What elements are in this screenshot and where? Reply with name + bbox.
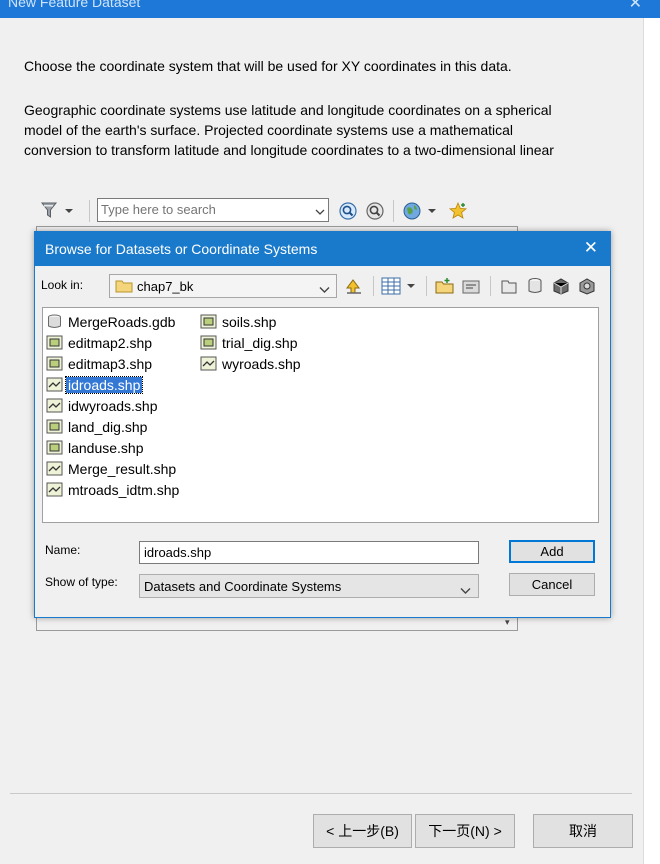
look-in-value: chap7_bk [137, 279, 194, 294]
search-icon[interactable] [337, 200, 359, 222]
file-label: idroads.shp [64, 375, 144, 394]
file-label: trial_dig.shp [222, 334, 298, 351]
back-button[interactable]: < 上一步(B) [313, 814, 412, 848]
file-label: idwyroads.shp [68, 397, 158, 414]
polygon-shapefile-icon [46, 419, 63, 434]
polygon-shapefile-icon [46, 335, 63, 350]
cancel-button[interactable]: Cancel [509, 573, 595, 596]
list-item-selected[interactable]: idroads.shp [46, 375, 144, 394]
close-icon[interactable]: ✕ [584, 238, 598, 258]
file-label: mtroads_idtm.shp [68, 481, 180, 498]
polygon-shapefile-icon [200, 314, 217, 329]
favorites-icon[interactable] [447, 200, 469, 222]
connect-folder-icon[interactable] [434, 275, 456, 297]
polygon-shapefile-icon [46, 356, 63, 371]
file-list[interactable]: MergeRoads.gdb editmap2.shp editmap3.shp… [42, 307, 599, 523]
folder-icon [115, 279, 133, 298]
list-item[interactable]: wyroads.shp [200, 354, 303, 373]
file-label: soils.shp [222, 313, 277, 330]
intro-line: Choose the coordinate system that will b… [24, 58, 512, 74]
search-options-icon[interactable] [364, 200, 386, 222]
toolbar-separator [393, 200, 394, 222]
right-edge [643, 18, 660, 864]
coordinate-search-box[interactable] [97, 198, 329, 222]
line-shapefile-icon [46, 482, 63, 497]
line-shapefile-icon [46, 398, 63, 413]
toolbar-separator [490, 276, 491, 296]
filter-dropdown-icon[interactable] [62, 200, 76, 222]
toolbar-separator [89, 200, 90, 222]
name-field-value: idroads.shp [144, 545, 212, 560]
list-item[interactable]: landuse.shp [46, 438, 146, 457]
list-item[interactable]: land_dig.shp [46, 417, 149, 436]
frame-corner-mark: ▾ [505, 617, 510, 627]
list-item[interactable]: idwyroads.shp [46, 396, 160, 415]
new-coordinate-system-icon[interactable] [576, 275, 598, 297]
geodatabase-icon [48, 314, 61, 328]
show-of-type-label: Show of type: [45, 575, 118, 589]
browse-dialog-title: Browse for Datasets or Coordinate System… [45, 241, 318, 257]
wizard-cancel-button[interactable]: 取消 [533, 814, 633, 848]
toolbar-separator [426, 276, 427, 296]
view-options-icon[interactable] [380, 275, 402, 297]
file-label: MergeRoads.gdb [68, 313, 176, 330]
list-item[interactable]: trial_dig.shp [200, 333, 300, 352]
browse-dialog: Browse for Datasets or Coordinate System… [34, 231, 611, 618]
look-in-label: Look in: [41, 278, 84, 292]
globe-icon[interactable] [401, 200, 423, 222]
search-input[interactable] [101, 202, 306, 217]
line-shapefile-icon [46, 377, 63, 392]
description-line-3: conversion to transform latitude and lon… [24, 142, 554, 158]
line-shapefile-icon [46, 461, 63, 476]
list-item[interactable]: mtroads_idtm.shp [46, 480, 181, 499]
name-field[interactable]: idroads.shp [139, 541, 479, 564]
view-dropdown-icon[interactable] [404, 275, 418, 297]
new-database-icon[interactable] [524, 275, 546, 297]
window-titlebar: New Feature Dataset ✕ [0, 0, 660, 18]
file-label: Merge_result.shp [68, 460, 177, 477]
next-button[interactable]: 下一页(N) > [415, 814, 515, 848]
file-label: landuse.shp [68, 439, 144, 456]
window-title: New Feature Dataset [8, 0, 141, 10]
polygon-shapefile-icon [200, 335, 217, 350]
up-one-level-icon[interactable] [343, 275, 365, 297]
file-label: wyroads.shp [222, 355, 301, 372]
polygon-shapefile-icon [46, 440, 63, 455]
look-in-dropdown[interactable]: chap7_bk [109, 274, 337, 298]
new-dataset-icon[interactable] [550, 275, 572, 297]
list-item[interactable]: Merge_result.shp [46, 459, 178, 478]
window-close-icon[interactable]: ✕ [629, 0, 642, 13]
description-line-2: model of the earth's surface. Projected … [24, 122, 514, 138]
list-item[interactable]: MergeRoads.gdb [46, 312, 177, 331]
chevron-down-icon [319, 281, 330, 299]
list-item[interactable]: editmap3.shp [46, 354, 154, 373]
show-of-type-dropdown[interactable]: Datasets and Coordinate Systems [139, 574, 479, 598]
description-line-1: Geographic coordinate systems use latitu… [24, 102, 552, 118]
list-item[interactable]: editmap2.shp [46, 333, 154, 352]
browse-dialog-titlebar: Browse for Datasets or Coordinate System… [35, 232, 610, 266]
filter-icon[interactable] [40, 199, 62, 221]
chevron-down-icon [460, 582, 471, 600]
line-shapefile-icon [200, 356, 217, 371]
name-label: Name: [45, 543, 81, 557]
disconnect-folder-icon[interactable] [460, 275, 482, 297]
toolbar-separator [373, 276, 374, 296]
file-label: land_dig.shp [68, 418, 148, 435]
new-folder-icon[interactable] [498, 275, 520, 297]
globe-dropdown-icon[interactable] [425, 200, 439, 222]
show-of-type-value: Datasets and Coordinate Systems [144, 579, 342, 594]
list-item[interactable]: soils.shp [200, 312, 278, 331]
footer-divider [10, 793, 632, 794]
search-dropdown-icon[interactable] [315, 204, 325, 222]
file-label: editmap3.shp [68, 355, 153, 372]
add-button[interactable]: Add [509, 540, 595, 563]
file-label: editmap2.shp [68, 334, 153, 351]
